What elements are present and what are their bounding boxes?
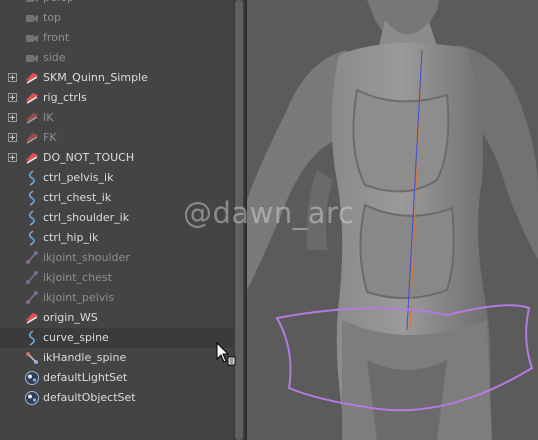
curve-icon [24,170,40,186]
outliner-item[interactable]: ikjoint_chest [0,268,233,288]
camera-icon [24,0,40,6]
outliner-item-label: ctrl_pelvis_ik [43,171,114,184]
outliner-item[interactable]: ikjoint_shoulder [0,248,233,268]
expand-plus-icon[interactable] [8,133,17,142]
outliner-item-label: ikjoint_chest [43,271,112,284]
outliner-item[interactable]: rig_ctrls [0,88,233,108]
outliner-item[interactable]: DO_NOT_TOUCH [0,148,233,168]
outliner-item[interactable]: top [0,8,233,28]
outliner-item-label: side [43,51,66,64]
outliner-item-label: curve_spine [43,331,109,344]
outliner-item-label: ikjoint_shoulder [43,251,130,264]
curve-icon [24,230,40,246]
outliner-item[interactable]: ikHandle_spine [0,348,233,368]
outliner-item-label: IK [43,111,54,124]
outliner-item[interactable]: origin_WS [0,308,233,328]
outliner-item-label: defaultObjectSet [43,391,136,404]
camera-icon [24,50,40,66]
outliner-item[interactable]: ctrl_hip_ik [0,228,233,248]
set-icon [24,370,40,386]
joint-icon [24,270,40,286]
outliner-item-label: persp [43,0,74,4]
outliner-item-label: ctrl_chest_ik [43,191,112,204]
curve-icon [24,330,40,346]
outliner-item-label: FK [43,131,57,144]
curve-icon [24,190,40,206]
group-icon [24,310,40,326]
outliner-item[interactable]: IK [0,108,233,128]
expand-plus-icon[interactable] [8,113,17,122]
outliner-item[interactable]: front [0,28,233,48]
outliner-item-label: ctrl_shoulder_ik [43,211,130,224]
outliner-item[interactable]: FK [0,128,233,148]
outliner-item[interactable]: defaultLightSet [0,368,233,388]
joint-icon [24,290,40,306]
outliner-item-label: rig_ctrls [43,91,87,104]
camera-icon [24,10,40,26]
outliner-item-label: origin_WS [43,311,98,324]
ik-handle-icon [24,350,40,366]
expand-plus-icon[interactable] [8,93,17,102]
outliner-item-label: top [43,11,62,24]
mouse-cursor-icon [216,342,236,366]
outliner-item[interactable]: ctrl_pelvis_ik [0,168,233,188]
outliner-item-label: front [43,31,70,44]
outliner-item[interactable]: ikjoint_pelvis [0,288,233,308]
watermark-text: @dawn_arc [183,196,355,230]
curve-icon [24,210,40,226]
camera-icon [24,30,40,46]
group-icon [24,90,40,106]
expand-plus-icon[interactable] [8,153,17,162]
outliner-item-label: SKM_Quinn_Simple [43,71,148,84]
outliner-item-label: ikHandle_spine [43,351,127,364]
outliner-item-label: defaultLightSet [43,371,128,384]
outliner-item[interactable]: SKM_Quinn_Simple [0,68,233,88]
joint-icon [24,250,40,266]
outliner-item[interactable]: side [0,48,233,68]
group-icon [24,70,40,86]
group-icon [24,130,40,146]
outliner-item-label: ctrl_hip_ik [43,231,99,244]
group-icon [24,110,40,126]
maya-window: persp top front side SKM_Quinn_Simple ri… [0,0,538,440]
outliner-item[interactable]: defaultObjectSet [0,388,233,408]
set-icon [24,390,40,406]
outliner-item-label: DO_NOT_TOUCH [43,151,135,164]
outliner-item-label: ikjoint_pelvis [43,291,115,304]
outliner-item[interactable]: curve_spine [0,328,233,348]
outliner-item[interactable]: persp [0,0,233,8]
expand-plus-icon[interactable] [8,73,17,82]
group-icon [24,150,40,166]
